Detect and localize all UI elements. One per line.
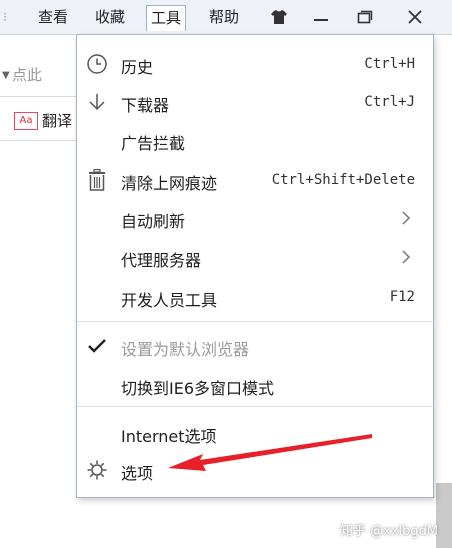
translate-icon[interactable]: Aa [14, 112, 38, 130]
address-dropdown-icon[interactable]: ▼ [2, 70, 10, 81]
checkmark-icon [85, 334, 109, 358]
menu-item-internet-options[interactable]: Internet选项 [77, 414, 433, 452]
toolbar-divider [0, 96, 80, 97]
tools-dropdown-menu: 历史 Ctrl+H 下载器 Ctrl+J 广告拦截 清除上网痕迹 Ctrl+Sh… [76, 34, 434, 498]
menu-item-label: 代理服务器 [121, 251, 202, 270]
menu-item-label: 广告拦截 [121, 134, 186, 153]
minimize-button[interactable] [306, 5, 336, 29]
menu-item-label: 开发人员工具 [121, 291, 218, 310]
menu-item-clear-traces[interactable]: 清除上网痕迹 Ctrl+Shift+Delete [77, 161, 433, 199]
menu-item-label: Internet选项 [121, 427, 217, 446]
gear-icon [85, 458, 109, 482]
menu-item-shortcut: F12 [389, 289, 415, 305]
download-arrow-icon [85, 90, 109, 114]
menu-item-label: 选项 [121, 464, 154, 483]
menubar: ⁝ 查看 收藏 工具 帮助 [0, 0, 452, 35]
close-icon [408, 10, 422, 24]
menu-item-label: 历史 [121, 58, 154, 77]
menu-item-label: 下载器 [121, 96, 170, 115]
menu-separator [77, 406, 433, 407]
menu-item-switch-ie6-mode[interactable]: 切换到IE6多窗口模式 [77, 366, 433, 404]
skin-button[interactable] [264, 5, 294, 29]
address-placeholder[interactable]: 点此 [12, 64, 42, 85]
menu-view[interactable]: 查看 [34, 5, 72, 29]
menu-item-options[interactable]: 选项 [77, 451, 433, 489]
chevron-right-icon [402, 211, 411, 225]
clock-icon [85, 52, 109, 76]
menubar-left-edge: ⁝ [3, 10, 7, 24]
menu-item-auto-refresh[interactable]: 自动刷新 [77, 199, 433, 237]
menu-favorites[interactable]: 收藏 [91, 5, 129, 29]
favorite-translate-label[interactable]: 翻译 [42, 110, 72, 131]
menu-item-ad-block[interactable]: 广告拦截 [77, 121, 433, 159]
menu-item-proxy-server[interactable]: 代理服务器 [77, 238, 433, 276]
maximize-button[interactable] [350, 5, 380, 29]
menu-item-shortcut: Ctrl+H [364, 56, 415, 72]
menu-item-label: 自动刷新 [121, 212, 186, 231]
menu-tools[interactable]: 工具 [146, 5, 187, 31]
menu-item-shortcut: Ctrl+J [364, 94, 415, 110]
menu-item-shortcut: Ctrl+Shift+Delete [271, 172, 415, 188]
scrollbar[interactable] [436, 483, 452, 548]
trash-icon [85, 168, 109, 192]
menu-item-label: 设置为默认浏览器 [121, 340, 250, 359]
restore-icon [357, 10, 373, 24]
menu-item-history[interactable]: 历史 Ctrl+H [77, 45, 433, 83]
menu-item-developer-tools[interactable]: 开发人员工具 F12 [77, 278, 433, 316]
watermark: 知乎 @xxlbgdM [340, 524, 439, 539]
shirt-icon [271, 10, 287, 24]
menu-item-set-default-browser[interactable]: 设置为默认浏览器 [77, 327, 433, 365]
menu-item-label: 切换到IE6多窗口模式 [121, 379, 275, 398]
menu-item-label: 清除上网痕迹 [121, 174, 218, 193]
menu-help[interactable]: 帮助 [205, 5, 243, 29]
close-button[interactable] [400, 5, 430, 29]
menu-separator [77, 321, 433, 322]
minimize-icon [314, 19, 328, 21]
menu-item-downloader[interactable]: 下载器 Ctrl+J [77, 83, 433, 121]
chevron-right-icon [402, 250, 411, 264]
favorites-divider [0, 140, 80, 141]
